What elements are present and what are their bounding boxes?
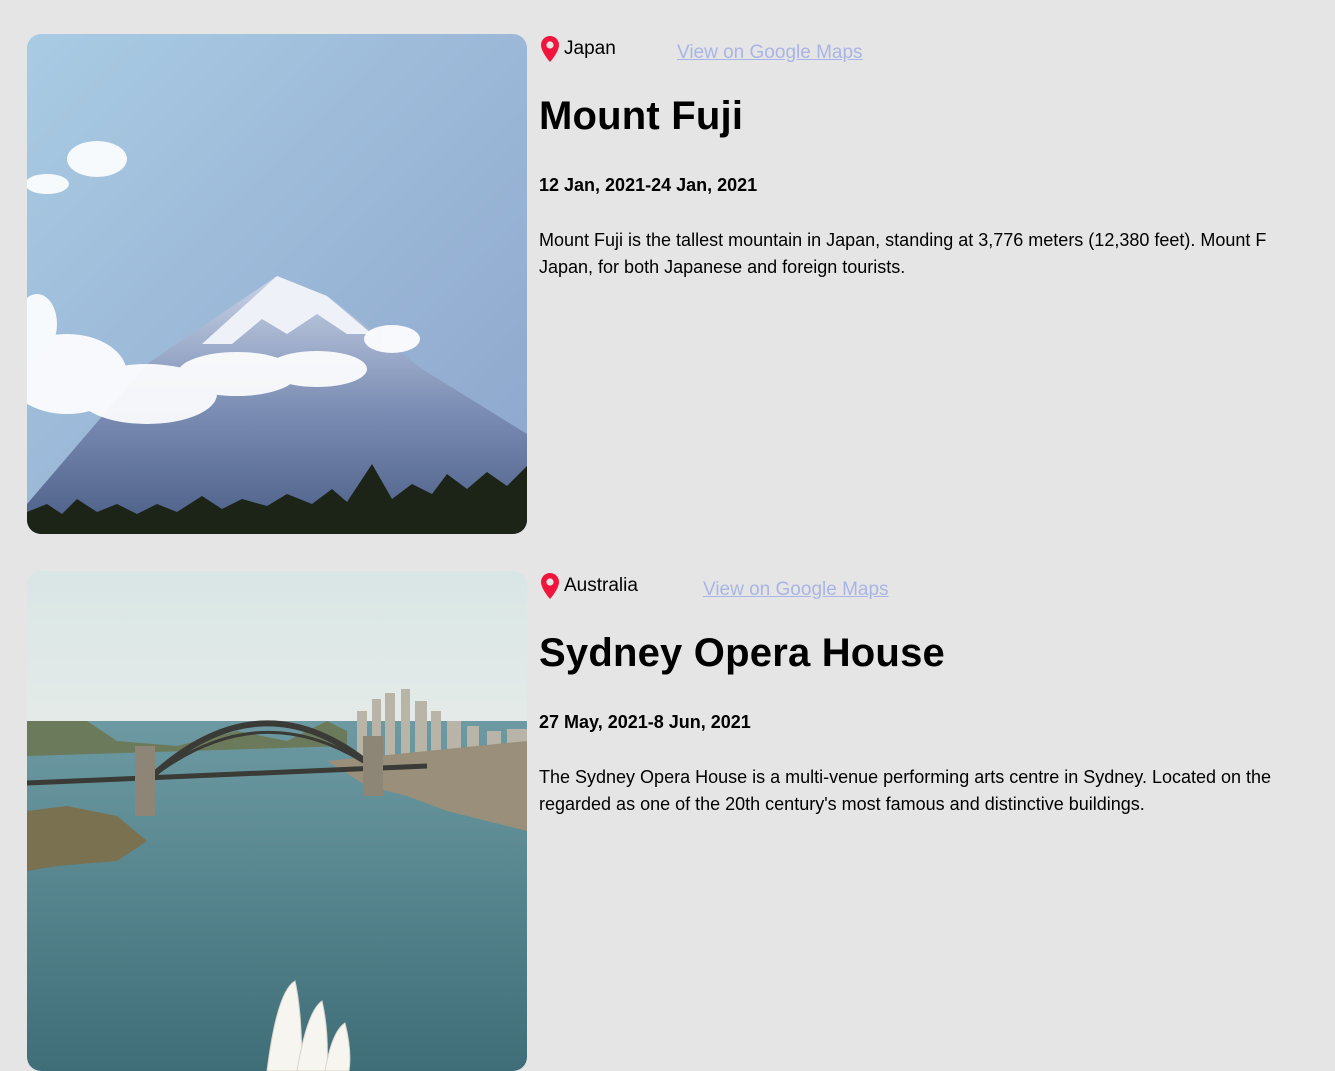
description-line: regarded as one of the 20th century's mo… (539, 794, 1145, 814)
trip-dates: 12 Jan, 2021-24 Jan, 2021 (539, 175, 758, 195)
sydney-harbour-photo (27, 571, 527, 1071)
google-maps-link[interactable]: View on Google Maps (677, 42, 863, 64)
trip-dates: 27 May, 2021-8 Jun, 2021 (539, 712, 751, 732)
entry-info: Japan View on Google Maps Mount Fuji 12 … (539, 34, 1335, 277)
destination-description: Mount Fuji is the tallest mountain in Ja… (539, 227, 1266, 281)
map-pin-icon (541, 36, 559, 62)
destination-title: Sydney Opera House (539, 631, 945, 675)
map-pin-icon (541, 573, 559, 599)
description-line: Japan, for both Japanese and foreign tou… (539, 257, 906, 277)
destination-description: The Sydney Opera House is a multi-venue … (539, 764, 1271, 818)
country-label: Australia (564, 575, 638, 596)
destination-title: Mount Fuji (539, 94, 744, 138)
travel-entry: Japan View on Google Maps Mount Fuji 12 … (27, 34, 1335, 534)
mount-fuji-photo (27, 34, 527, 534)
location-row: Australia View on Google Maps (539, 571, 1335, 607)
entry-info: Australia View on Google Maps Sydney Ope… (539, 571, 1335, 814)
description-line: Mount Fuji is the tallest mountain in Ja… (539, 230, 1267, 250)
google-maps-link[interactable]: View on Google Maps (703, 579, 889, 601)
description-line: The Sydney Opera House is a multi-venue … (539, 767, 1272, 787)
country-label: Japan (564, 38, 616, 59)
location-row: Japan View on Google Maps (539, 34, 1335, 70)
travel-entry: Australia View on Google Maps Sydney Ope… (27, 571, 1335, 1071)
